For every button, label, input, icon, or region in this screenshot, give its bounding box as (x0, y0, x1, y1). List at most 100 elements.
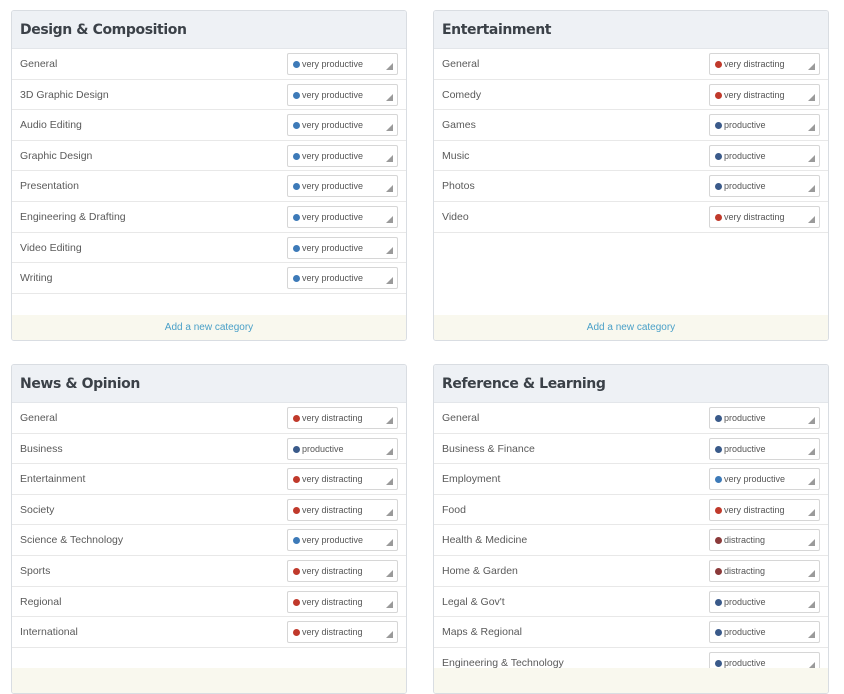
productivity-select[interactable]: very productive (287, 236, 398, 259)
category-row: Sports very distracting (12, 556, 406, 587)
category-row: General very distracting (12, 403, 406, 434)
productivity-select[interactable]: very distracting (287, 468, 398, 491)
productivity-select[interactable]: very distracting (287, 590, 398, 613)
add-category-link[interactable]: Add a new category (434, 315, 828, 340)
category-label: Maps & Regional (442, 626, 522, 639)
category-row: Presentation very productive (12, 171, 406, 202)
productivity-value: very distracting (302, 413, 363, 423)
productivity-select[interactable]: very productive (287, 83, 398, 106)
category-label: Food (442, 503, 466, 516)
category-row: Video very distracting (434, 202, 828, 233)
productivity-select[interactable]: very distracting (709, 83, 820, 106)
status-dot-icon (293, 275, 300, 283)
category-row: Home & Garden distracting (434, 556, 828, 587)
productivity-select[interactable]: productive (709, 114, 820, 137)
productivity-select[interactable]: very distracting (287, 498, 398, 521)
dropdown-arrow-icon (386, 600, 393, 608)
category-row: Science & Technology very productive (12, 525, 406, 556)
status-dot-icon (715, 659, 722, 667)
dropdown-arrow-icon (808, 539, 815, 547)
category-label: Entertainment (20, 473, 86, 486)
panel-title: News & Opinion (12, 365, 406, 403)
productivity-value: productive (724, 181, 766, 192)
category-label: Games (442, 119, 476, 132)
status-dot-icon (715, 213, 722, 221)
add-category-link[interactable] (12, 668, 406, 693)
dropdown-arrow-icon (386, 93, 393, 101)
productivity-select[interactable]: very productive (287, 267, 398, 290)
category-label: Society (20, 503, 55, 516)
productivity-select[interactable]: productive (709, 144, 820, 167)
productivity-select[interactable]: very productive (287, 53, 398, 75)
category-row: Business productive (12, 434, 406, 465)
productivity-value: productive (724, 443, 766, 454)
productivity-select[interactable]: productive (287, 437, 398, 460)
dropdown-arrow-icon (386, 215, 393, 223)
dropdown-arrow-icon (386, 447, 393, 455)
productivity-select[interactable]: distracting (709, 559, 820, 582)
category-row: Food very distracting (434, 495, 828, 526)
category-row: Comedy very distracting (434, 80, 828, 111)
productivity-value: very productive (302, 242, 364, 253)
category-label: Legal & Gov't (442, 595, 505, 608)
dropdown-arrow-icon (386, 154, 393, 162)
productivity-value: productive (724, 413, 766, 423)
productivity-value: very productive (302, 150, 364, 161)
dropdown-arrow-icon (386, 124, 393, 132)
dropdown-arrow-icon (808, 569, 815, 577)
status-dot-icon (293, 629, 300, 637)
productivity-select[interactable]: very productive (287, 175, 398, 198)
productivity-select[interactable]: very distracting (709, 205, 820, 228)
category-row: Photos productive (434, 171, 828, 202)
status-dot-icon (293, 91, 300, 99)
status-dot-icon (293, 598, 300, 606)
category-row: General very productive (12, 49, 406, 80)
status-dot-icon (715, 598, 722, 606)
dropdown-arrow-icon (808, 447, 815, 455)
status-dot-icon (293, 537, 300, 545)
add-category-link[interactable]: Add a new category (12, 315, 406, 340)
productivity-select[interactable]: very productive (287, 114, 398, 137)
status-dot-icon (293, 415, 300, 422)
category-row: General productive (434, 403, 828, 434)
status-dot-icon (715, 415, 722, 422)
category-row: Video Editing very productive (12, 233, 406, 264)
category-row: Society very distracting (12, 495, 406, 526)
productivity-select[interactable]: productive (709, 407, 820, 429)
category-label: Sports (20, 564, 51, 577)
category-label: Health & Medicine (442, 534, 528, 547)
panel-title: Entertainment (434, 11, 828, 49)
productivity-select[interactable]: very distracting (287, 559, 398, 582)
productivity-select[interactable]: very distracting (709, 53, 820, 75)
dropdown-arrow-icon (808, 631, 815, 639)
category-label: Video Editing (20, 241, 82, 254)
productivity-value: very distracting (724, 211, 785, 222)
productivity-select[interactable]: distracting (709, 529, 820, 552)
productivity-value: productive (302, 443, 344, 454)
productivity-select[interactable]: very distracting (709, 498, 820, 521)
productivity-select[interactable]: very productive (287, 144, 398, 167)
productivity-select[interactable]: very productive (709, 468, 820, 491)
productivity-select[interactable]: productive (709, 175, 820, 198)
dropdown-arrow-icon (808, 215, 815, 223)
dropdown-arrow-icon (386, 277, 393, 285)
productivity-select[interactable]: very distracting (287, 407, 398, 429)
panel-reference-learning: Reference & Learning General productive Bus… (433, 364, 829, 694)
dropdown-arrow-icon (808, 154, 815, 162)
dropdown-arrow-icon (808, 63, 815, 70)
productivity-value: very productive (302, 273, 364, 284)
productivity-select[interactable]: very productive (287, 205, 398, 228)
add-category-link[interactable] (434, 668, 828, 693)
productivity-value: very distracting (302, 596, 363, 607)
productivity-select[interactable]: productive (709, 621, 820, 644)
productivity-value: productive (724, 627, 766, 638)
category-label: Business (20, 442, 63, 455)
status-dot-icon (293, 213, 300, 221)
productivity-select[interactable]: very distracting (287, 621, 398, 644)
productivity-select[interactable]: very productive (287, 529, 398, 552)
dropdown-arrow-icon (808, 600, 815, 608)
productivity-select[interactable]: productive (709, 437, 820, 460)
dropdown-arrow-icon (808, 93, 815, 101)
productivity-select[interactable]: productive (709, 590, 820, 613)
dropdown-arrow-icon (808, 124, 815, 132)
